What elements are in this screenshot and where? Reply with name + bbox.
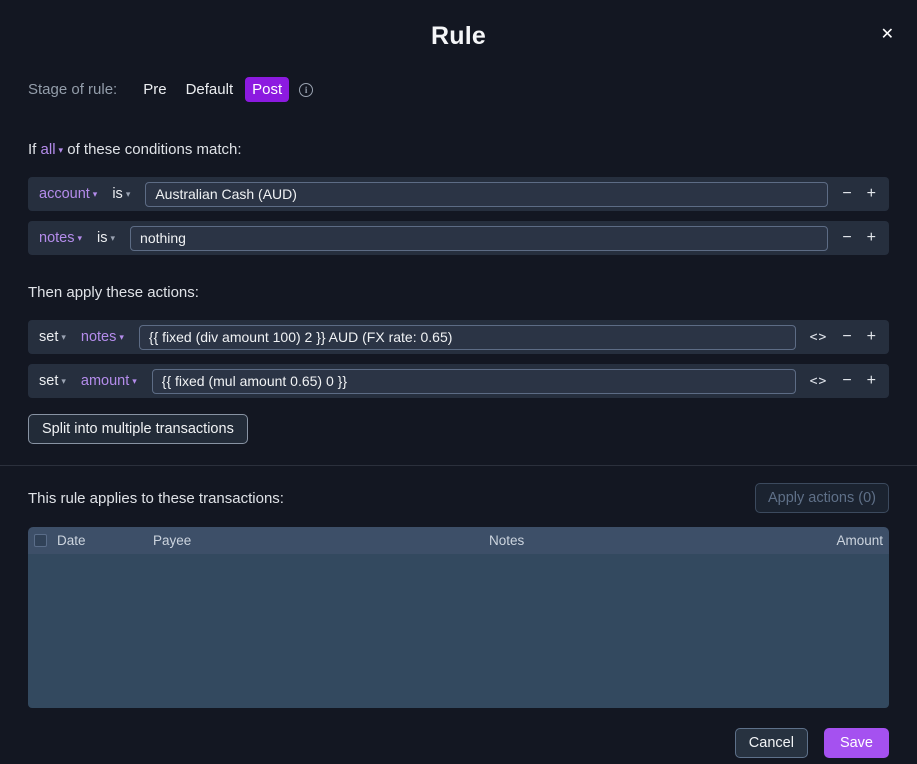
- add-action-button[interactable]: +: [867, 329, 876, 345]
- stage-option-default[interactable]: Default: [179, 77, 241, 102]
- column-header-payee[interactable]: Payee: [153, 533, 489, 548]
- column-header-amount[interactable]: Amount: [803, 533, 883, 548]
- condition-op-dropdown[interactable]: is▾: [112, 186, 130, 202]
- info-icon[interactable]: i: [299, 83, 313, 97]
- remove-condition-button[interactable]: −: [842, 230, 851, 246]
- rule-modal: Rule ✕ Stage of rule: Pre Default Post i…: [0, 0, 917, 758]
- action-field-dropdown[interactable]: amount▾: [81, 373, 137, 389]
- split-transactions-button[interactable]: Split into multiple transactions: [28, 414, 248, 444]
- chevron-down-icon: ▾: [61, 376, 66, 386]
- condition-value-input[interactable]: [130, 226, 828, 251]
- conditions-operator-dropdown[interactable]: all▾: [41, 141, 64, 158]
- row-controls: − +: [842, 230, 876, 246]
- action-value-input[interactable]: [152, 369, 796, 394]
- action-field-dropdown[interactable]: notes▾: [81, 329, 124, 345]
- transactions-table: Date Payee Notes Amount: [28, 527, 889, 708]
- page-title: Rule: [28, 0, 889, 51]
- condition-field-dropdown[interactable]: account▾: [39, 186, 97, 202]
- cancel-button[interactable]: Cancel: [735, 728, 808, 758]
- action-verb-dropdown[interactable]: set▾: [39, 373, 66, 389]
- condition-row: account▾ is▾ − +: [28, 177, 889, 211]
- stage-option-pre[interactable]: Pre: [136, 77, 173, 102]
- apply-actions-button[interactable]: Apply actions (0): [755, 483, 889, 513]
- chevron-down-icon: ▾: [119, 332, 124, 342]
- chevron-down-icon: ▾: [126, 189, 131, 199]
- transactions-heading: This rule applies to these transactions:: [28, 490, 284, 507]
- conditions-heading: If all▾ of these conditions match:: [28, 141, 889, 158]
- remove-action-button[interactable]: −: [842, 373, 851, 389]
- remove-condition-button[interactable]: −: [842, 186, 851, 202]
- add-condition-button[interactable]: +: [867, 230, 876, 246]
- row-controls: <> − +: [810, 373, 876, 389]
- add-condition-button[interactable]: +: [867, 186, 876, 202]
- transactions-header: This rule applies to these transactions:…: [28, 483, 889, 513]
- table-body-empty: [28, 554, 889, 708]
- chevron-down-icon: ▾: [111, 233, 116, 243]
- chevron-down-icon: ▾: [61, 332, 66, 342]
- actions-heading: Then apply these actions:: [28, 284, 889, 301]
- action-verb-dropdown[interactable]: set▾: [39, 329, 66, 345]
- column-header-date[interactable]: Date: [57, 533, 153, 548]
- action-row: set▾ notes▾ <> − +: [28, 320, 889, 354]
- condition-field-dropdown[interactable]: notes▾: [39, 230, 82, 246]
- code-template-icon[interactable]: <>: [810, 374, 828, 389]
- add-action-button[interactable]: +: [867, 373, 876, 389]
- chevron-down-icon: ▾: [132, 376, 137, 386]
- action-value-input[interactable]: [139, 325, 796, 350]
- chevron-down-icon: ▾: [77, 233, 82, 243]
- stage-row: Stage of rule: Pre Default Post i: [28, 77, 889, 102]
- row-controls: − +: [842, 186, 876, 202]
- conditions-suffix: of these conditions match:: [67, 141, 241, 158]
- close-icon[interactable]: ✕: [881, 27, 894, 43]
- select-all-checkbox[interactable]: [34, 534, 47, 547]
- section-divider: [0, 465, 917, 466]
- code-template-icon[interactable]: <>: [810, 330, 828, 345]
- stage-label: Stage of rule:: [28, 81, 117, 98]
- chevron-down-icon: ▾: [59, 145, 64, 155]
- condition-value-input[interactable]: [145, 182, 828, 207]
- row-controls: <> − +: [810, 329, 876, 345]
- action-row: set▾ amount▾ <> − +: [28, 364, 889, 398]
- stage-option-post[interactable]: Post: [245, 77, 289, 102]
- chevron-down-icon: ▾: [93, 189, 98, 199]
- footer-actions: Cancel Save: [28, 728, 889, 758]
- remove-action-button[interactable]: −: [842, 329, 851, 345]
- column-header-notes[interactable]: Notes: [489, 533, 803, 548]
- save-button[interactable]: Save: [824, 728, 889, 758]
- condition-op-dropdown[interactable]: is▾: [97, 230, 115, 246]
- conditions-prefix: If: [28, 141, 36, 158]
- table-header-row: Date Payee Notes Amount: [28, 527, 889, 554]
- condition-row: notes▾ is▾ − +: [28, 221, 889, 255]
